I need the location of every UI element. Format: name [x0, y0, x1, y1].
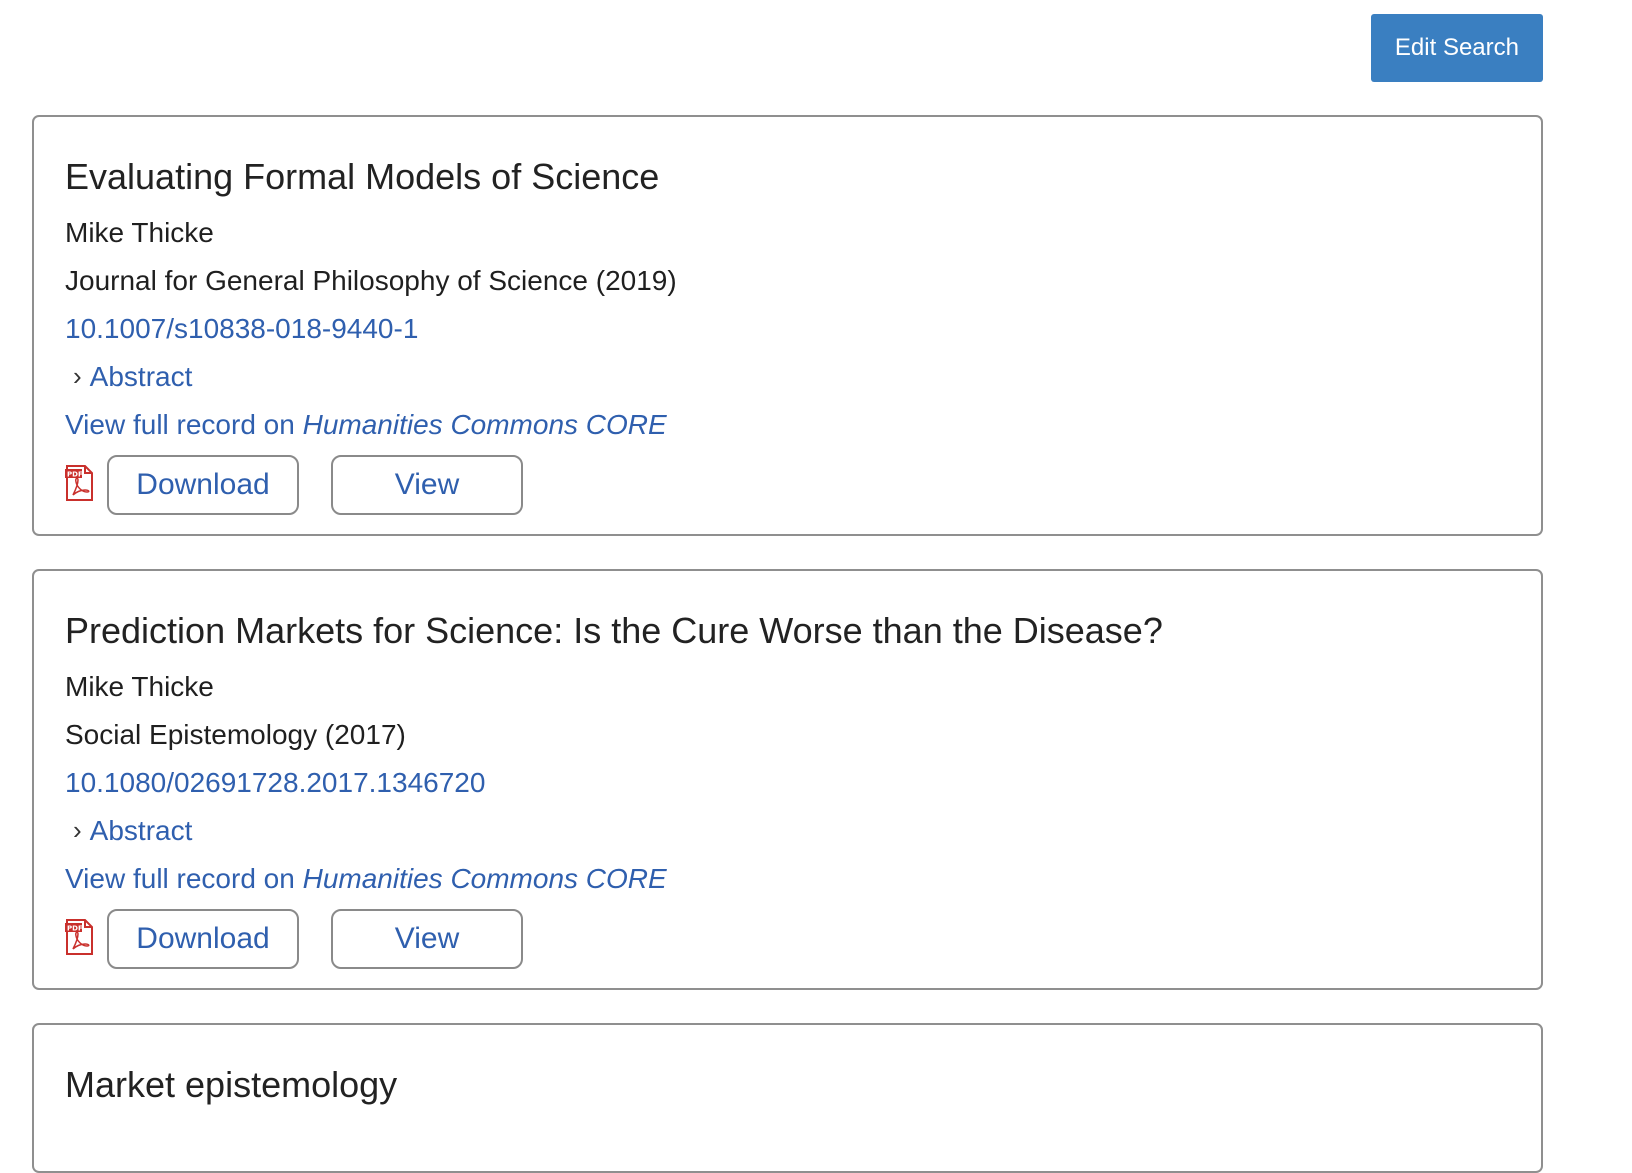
full-record-link[interactable]: View full record on Humanities Commons C… — [65, 863, 667, 894]
result-author: Mike Thicke — [65, 217, 214, 248]
doi-link[interactable]: 10.1080/02691728.2017.1346720 — [65, 767, 485, 798]
result-card: Evaluating Formal Models of Science Mike… — [32, 115, 1543, 536]
full-record-prefix: View full record on — [65, 863, 303, 894]
result-actions: PDF Download View — [65, 909, 1541, 969]
abstract-label: Abstract — [89, 815, 193, 846]
chevron-right-icon: › — [73, 815, 82, 845]
result-title: Market epistemology — [65, 1064, 398, 1105]
chevron-right-icon: › — [73, 361, 82, 391]
result-journal: Social Epistemology (2017) — [65, 719, 406, 750]
full-record-link[interactable]: View full record on Humanities Commons C… — [65, 409, 667, 440]
full-record-prefix: View full record on — [65, 409, 303, 440]
result-journal: Journal for General Philosophy of Scienc… — [65, 265, 677, 296]
svg-text:PDF: PDF — [67, 925, 83, 933]
full-record-source: Humanities Commons CORE — [302, 863, 667, 894]
result-author: Mike Thicke — [65, 671, 214, 702]
edit-search-button[interactable]: Edit Search — [1370, 14, 1543, 82]
doi-link[interactable]: 10.1007/s10838-018-9440-1 — [65, 313, 418, 344]
result-card: Market epistemology — [32, 1023, 1543, 1173]
download-button[interactable]: Download — [107, 455, 299, 515]
svg-text:PDF: PDF — [67, 471, 83, 479]
abstract-toggle[interactable]: › Abstract — [65, 353, 1541, 401]
abstract-toggle[interactable]: › Abstract — [65, 807, 1541, 855]
view-button[interactable]: View — [331, 455, 523, 515]
abstract-label: Abstract — [89, 361, 193, 392]
view-button[interactable]: View — [331, 909, 523, 969]
result-card: Prediction Markets for Science: Is the C… — [32, 569, 1543, 990]
pdf-icon: PDF — [65, 465, 93, 501]
download-button[interactable]: Download — [107, 909, 299, 969]
result-title: Prediction Markets for Science: Is the C… — [65, 610, 1163, 651]
toolbar: Edit Search — [1370, 14, 1543, 82]
result-actions: PDF Download View — [65, 455, 1541, 515]
pdf-icon: PDF — [65, 919, 93, 955]
results-list: Evaluating Formal Models of Science Mike… — [32, 115, 1543, 1173]
full-record-source: Humanities Commons CORE — [302, 409, 667, 440]
result-title: Evaluating Formal Models of Science — [65, 156, 660, 197]
